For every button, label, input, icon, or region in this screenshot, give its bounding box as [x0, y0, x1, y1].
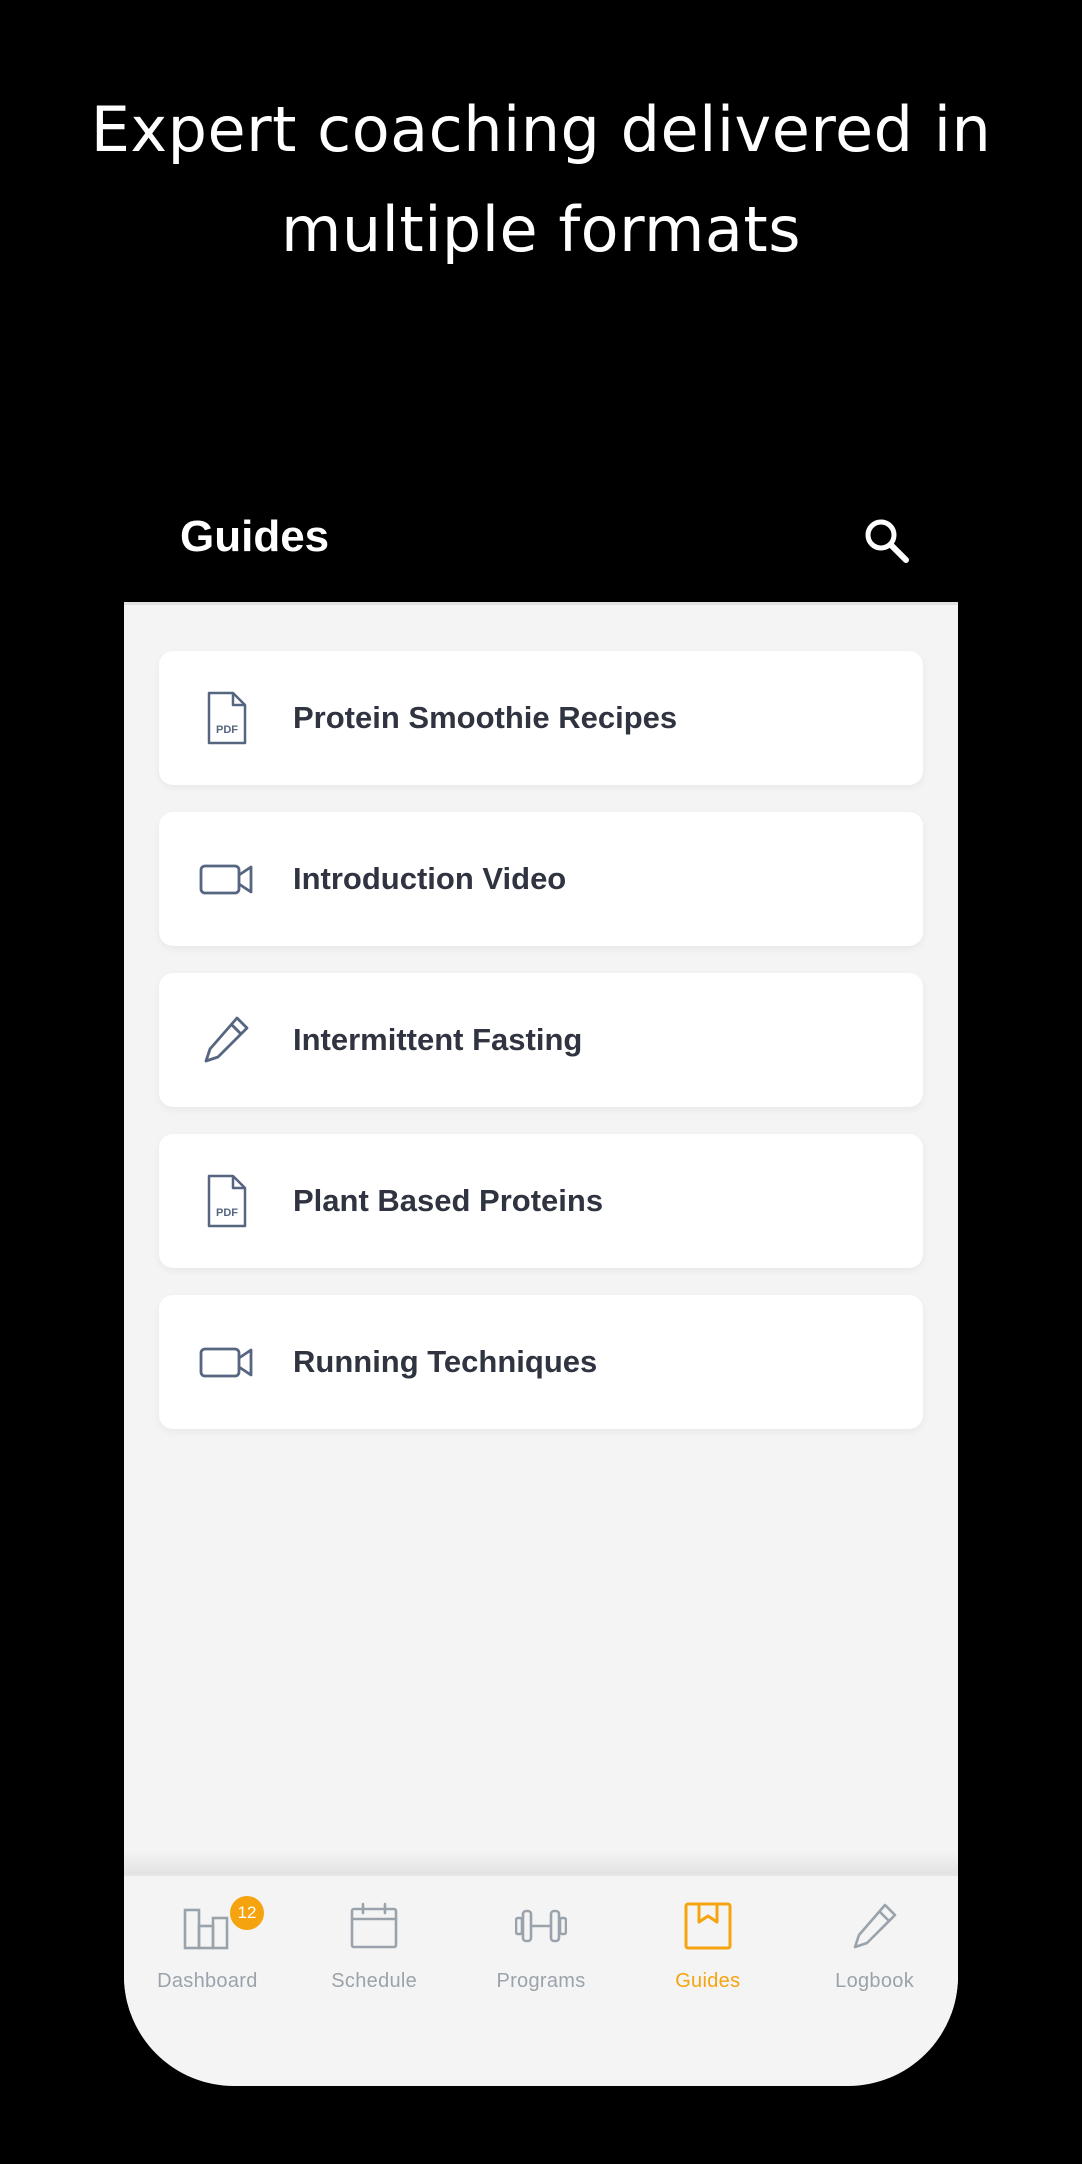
pdf-file-icon: PDF	[207, 1174, 247, 1228]
bookmark-box-icon	[684, 1902, 732, 1950]
guide-item-label: Protein Smoothie Recipes	[293, 700, 678, 735]
tab-guides[interactable]: Guides	[624, 1876, 791, 2014]
pdf-file-icon: PDF	[207, 691, 247, 745]
guide-item-label: Intermittent Fasting	[293, 1022, 583, 1057]
tab-logbook[interactable]: Logbook	[791, 1876, 958, 2014]
pencil-icon	[853, 1903, 896, 1949]
guide-item-intermittent-fasting[interactable]: Intermittent Fasting	[159, 973, 923, 1107]
bar-chart-icon	[184, 1908, 229, 1950]
guides-list: PDF Protein Smoothie Recipes Introductio…	[159, 651, 923, 1456]
search-icon	[865, 519, 909, 563]
tab-label: Guides	[675, 1970, 741, 1992]
app-bar: Guides	[124, 470, 958, 605]
bottom-tab-bar: 12 Dashboard Schedule Programs Guides Lo…	[124, 1874, 958, 2014]
pencil-icon	[204, 1016, 249, 1063]
tab-label: Schedule	[331, 1970, 418, 1992]
calendar-icon	[350, 1902, 398, 1949]
dumbbell-icon	[514, 1909, 567, 1943]
guide-item-label: Plant Based Proteins	[293, 1183, 604, 1218]
tab-dashboard[interactable]: 12 Dashboard	[124, 1876, 291, 2014]
video-camera-icon	[199, 864, 253, 895]
tabbar-shadow	[124, 1850, 958, 1874]
video-camera-icon	[199, 1347, 253, 1378]
tab-label: Dashboard	[157, 1970, 258, 1992]
svg-text:PDF: PDF	[216, 724, 238, 736]
tab-label: Logbook	[835, 1970, 914, 1992]
tab-schedule[interactable]: Schedule	[291, 1876, 458, 2014]
guide-item-label: Running Techniques	[293, 1344, 598, 1379]
tab-programs[interactable]: Programs	[458, 1876, 625, 2014]
tab-label: Programs	[496, 1970, 586, 1992]
app-screen: Guides PDF Protein Smoothie Recipes Intr…	[124, 470, 958, 2086]
guide-item-plant-based-proteins[interactable]: PDF Plant Based Proteins	[159, 1134, 923, 1268]
search-button[interactable]	[860, 514, 914, 568]
svg-text:PDF: PDF	[216, 1207, 238, 1219]
guide-item-introduction-video[interactable]: Introduction Video	[159, 812, 923, 946]
guide-item-label: Introduction Video	[293, 861, 567, 896]
page-title: Guides	[180, 512, 330, 561]
guide-item-running-techniques[interactable]: Running Techniques	[159, 1295, 923, 1429]
marketing-headline: Expert coaching delivered in multiple fo…	[90, 93, 992, 266]
guide-item-protein-smoothie-recipes[interactable]: PDF Protein Smoothie Recipes	[159, 651, 923, 785]
notification-badge: 12	[230, 1896, 264, 1930]
